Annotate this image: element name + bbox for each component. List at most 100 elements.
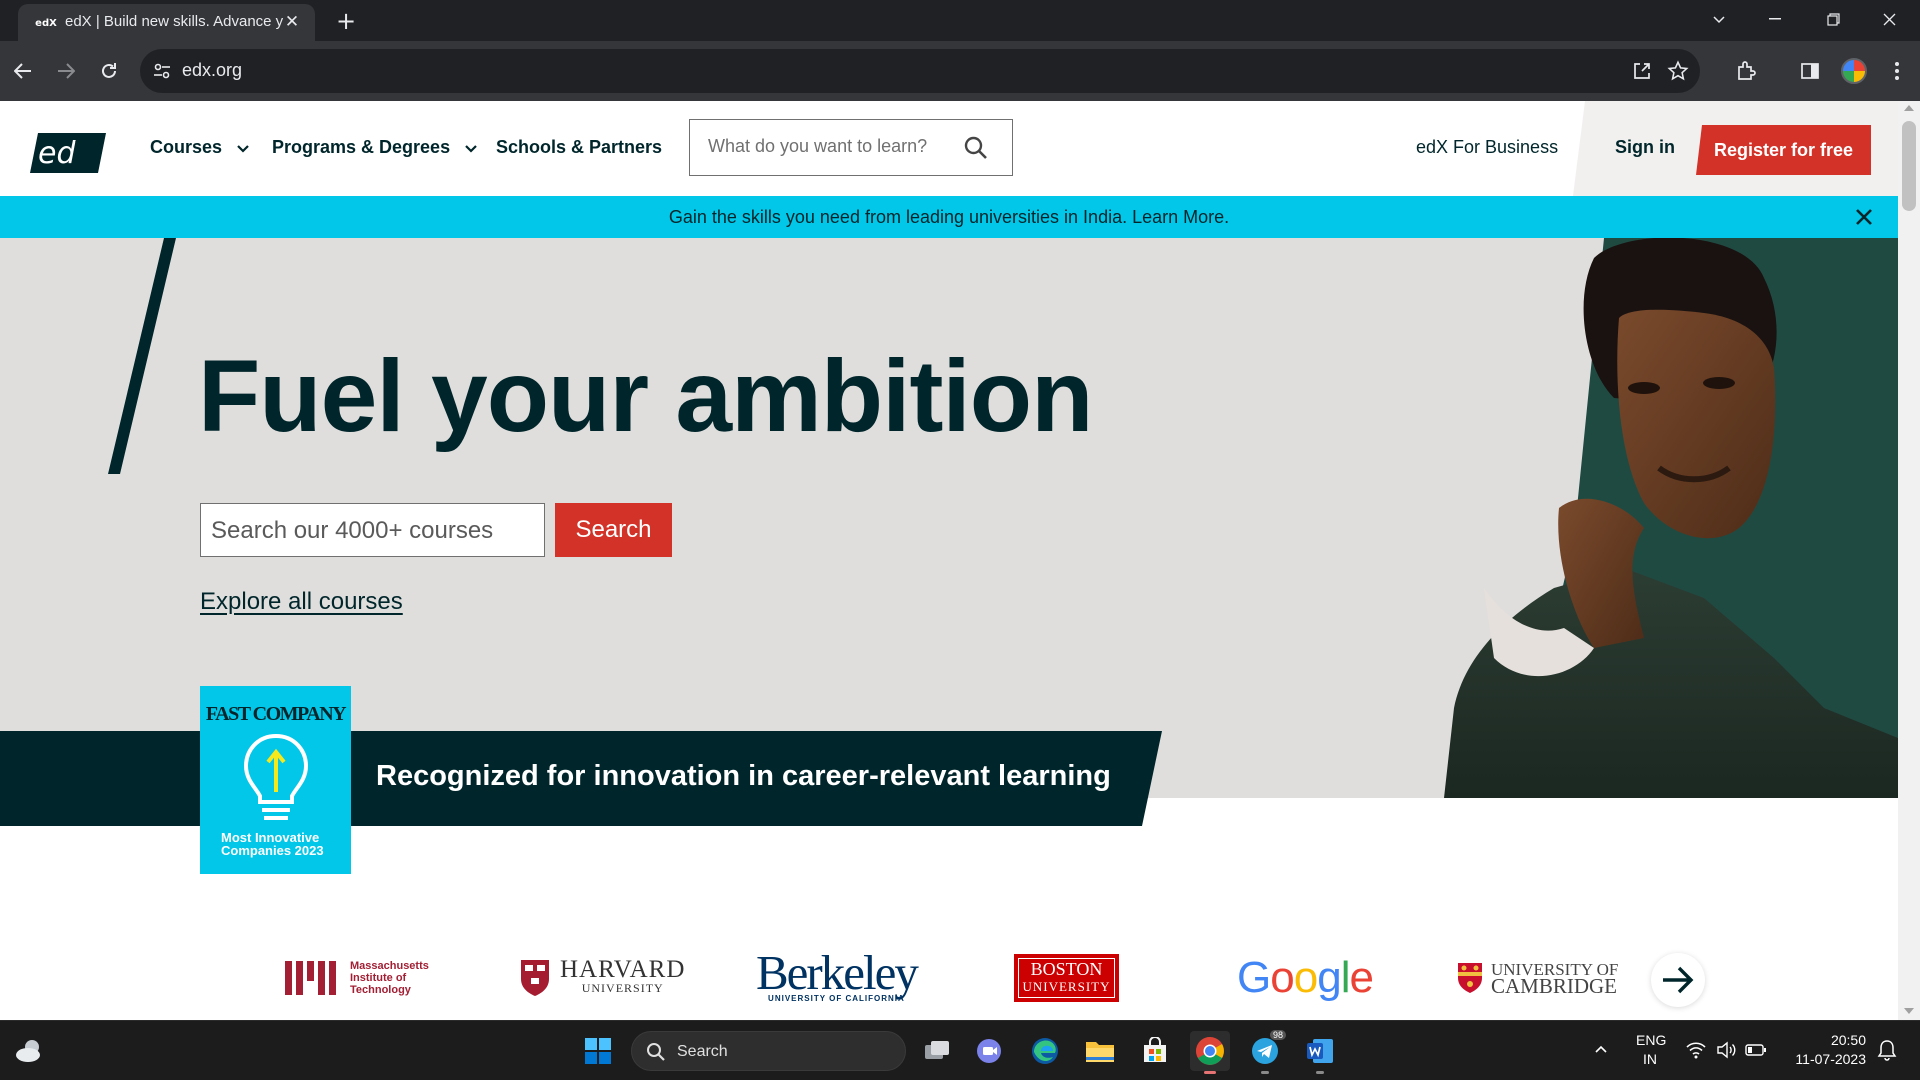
mit-line-3: Technology [350,983,411,996]
sign-in-link[interactable]: Sign in [1615,137,1675,158]
close-window-button[interactable] [1866,0,1912,38]
file-explorer-icon[interactable] [1080,1031,1120,1071]
windows-logo-icon [585,1038,611,1064]
reload-icon[interactable] [90,52,128,90]
google-letter: g [1317,952,1342,1002]
hero-search-box[interactable] [200,503,545,557]
mit-line-2: Institute of [350,971,407,984]
header-search-box[interactable] [689,119,1013,176]
google-logo[interactable]: Google [1237,940,1374,1015]
hero-search-button[interactable]: Search [555,503,672,557]
battery-icon[interactable] [1745,1043,1767,1057]
word-indicator [1316,1071,1324,1074]
region-text: IN [1643,1051,1657,1067]
nav-courses-label: Courses [150,137,223,157]
mit-logo[interactable]: Massachusetts Institute of Technology [285,940,429,1015]
telegram-badge: 98 [1270,1030,1287,1040]
edx-logo[interactable]: ed X [30,133,106,173]
task-view-icon[interactable] [917,1031,957,1071]
forward-icon[interactable] [47,52,85,90]
clock[interactable]: 20:50 11-07-2023 [1786,1032,1866,1067]
teams-meet-icon[interactable] [970,1031,1010,1071]
hero-search-input[interactable] [211,517,531,545]
microsoft-store-icon[interactable] [1135,1031,1175,1071]
chrome-icon[interactable] [1190,1031,1230,1071]
boston-university-logo[interactable]: BOSTON UNIVERSITY [1014,940,1119,1015]
volume-icon[interactable] [1716,1041,1736,1059]
extensions-icon[interactable] [1731,56,1761,86]
bu-line-1: BOSTON [1030,958,1103,979]
fast-company-logo: FAST COMPANY [205,703,347,725]
telegram-icon[interactable]: 98 [1245,1030,1287,1071]
cambridge-logo[interactable]: UNIVERSITY OF CAMBRIDGE [1457,940,1618,1015]
chrome-active-indicator [1204,1071,1216,1074]
language-indicator[interactable]: ENG IN [1636,1032,1666,1067]
search-icon [647,1043,665,1061]
harvard-name: HARVARD [560,956,686,983]
chevron-down-icon [237,144,249,153]
register-button[interactable]: Register for free [1696,125,1871,175]
nav-programs-degrees[interactable]: Programs & Degrees [272,137,478,158]
new-tab-button[interactable]: + [330,5,362,37]
tab-search-icon[interactable] [1696,0,1742,38]
fast-company-badge: FAST COMPANY Most Innovative Companies 2… [200,686,351,874]
cambridge-shield-icon [1458,962,1482,993]
profile-icon[interactable] [1841,58,1867,84]
taskbar-search-label: Search [677,1043,728,1060]
close-icon[interactable] [1850,203,1878,231]
header-search-input[interactable] [708,136,948,157]
decorative-slash [108,238,176,474]
menu-icon[interactable] [1882,56,1912,86]
hero-title: Fuel your ambition [198,339,1093,453]
scroll-up-arrow-icon[interactable] [1904,105,1914,111]
google-letter: e [1349,952,1374,1002]
back-icon[interactable] [4,52,42,90]
google-letter: l [1340,952,1351,1002]
hero-photo [1444,238,1898,798]
start-button[interactable] [578,1031,618,1071]
scroll-thumb[interactable] [1902,121,1916,211]
search-icon[interactable] [963,135,989,161]
minimize-button[interactable] [1752,0,1798,38]
notification-bell-icon[interactable] [1876,1039,1898,1061]
word-icon[interactable] [1300,1031,1340,1071]
harvard-shield-icon [521,959,549,996]
address-bar[interactable]: edx.org [140,49,1700,93]
restore-button[interactable] [1810,0,1856,38]
nav-courses[interactable]: Courses [150,137,250,158]
page-scrollbar[interactable] [1898,101,1920,1020]
share-icon[interactable] [1630,59,1654,83]
browser-tab-strip: edX edX | Build new skills. Advance your… [0,0,1920,41]
browser-tab[interactable]: edX edX | Build new skills. Advance your… [18,4,315,41]
wifi-icon[interactable] [1686,1041,1706,1059]
next-arrow-button[interactable] [1651,953,1705,1007]
google-letter: o [1293,952,1319,1002]
berkeley-name: Berkeley [756,945,919,1000]
google-letter: o [1270,952,1295,1002]
chevron-up-icon[interactable] [1594,1044,1608,1054]
berkeley-logo[interactable]: Berkeley UNIVERSITY OF CALIFORNIA [756,940,919,1015]
side-panel-icon[interactable] [1795,56,1825,86]
weather-cloud-icon[interactable] [14,1037,44,1063]
mit-wordmark: Massachusetts Institute of Technology [350,960,429,996]
taskbar-search[interactable]: Search [631,1031,906,1071]
site-info-icon[interactable] [152,61,172,81]
banner-text[interactable]: Gain the skills you need from leading un… [0,207,1898,228]
scroll-down-arrow-icon[interactable] [1904,1008,1914,1014]
edx-favicon-icon: edX [35,17,57,29]
partner-logos: Massachusetts Institute of Technology HA… [0,940,1898,1015]
mit-mark [285,960,336,995]
url-text[interactable]: edx.org [182,60,242,81]
edge-browser-icon[interactable] [1025,1031,1065,1071]
chevron-down-icon [465,144,477,153]
harvard-logo[interactable]: HARVARD UNIVERSITY [520,940,685,1015]
clock-time: 20:50 [1830,1032,1866,1048]
tab-title: edX | Build new skills. Advance your car… [65,13,283,30]
edx-for-business-link[interactable]: edX For Business [1416,137,1558,158]
explore-courses-link[interactable]: Explore all courses [200,588,403,616]
nav-schools-partners[interactable]: Schools & Partners [496,137,662,158]
close-tab-icon[interactable]: ✕ [280,10,304,34]
star-icon[interactable] [1666,59,1690,83]
badge-caption: Most Innovative Companies 2023 [221,831,324,857]
cambridge-line-2: CAMBRIDGE [1491,973,1618,998]
